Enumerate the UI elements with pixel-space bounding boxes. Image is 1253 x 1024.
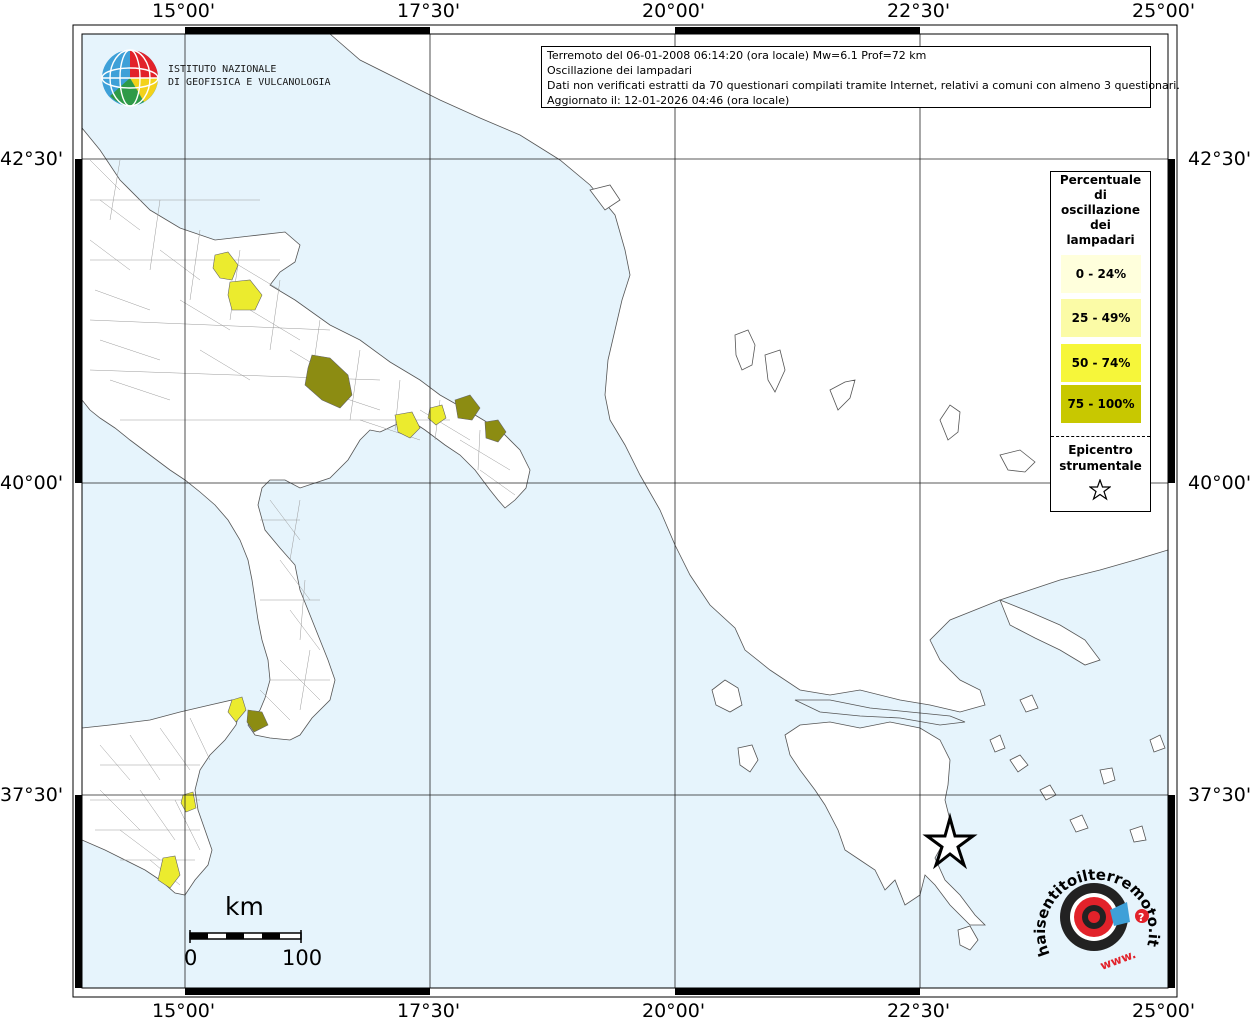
lon-bottom-label-3: 20°00' [642,1000,706,1022]
legend-title-line: oscillazione [1061,203,1140,217]
scale-left-label: 0 [184,946,198,970]
legend-epicenter-label: Epicentro strumentale [1051,442,1150,474]
lat-right-label-1: 42°30' [1188,148,1252,170]
info-line-3: Dati non verificati estratti da 70 quest… [547,79,1180,92]
epicenter-label-line: strumentale [1059,459,1142,473]
legend-item-75-100: 75 - 100% [1061,385,1141,423]
svg-text:?: ? [1138,911,1144,924]
lon-bottom-label-2: 17°30' [397,1000,461,1022]
hsit-www: www. [1098,947,1138,973]
legend-divider [1051,436,1150,437]
lon-bottom-label-1: 15°00' [152,1000,216,1022]
scale-unit: km [225,892,264,921]
lat-left-label-2: 40°00' [0,472,64,494]
lon-top-label-2: 17°30' [397,0,461,22]
lat-right-label-3: 37°30' [1188,784,1252,806]
earthquake-info-box: Terremoto del 06-01-2008 06:14:20 (ora l… [541,46,1180,108]
lon-top-label-5: 25°00' [1132,0,1196,22]
ingv-globe-logo [101,49,159,107]
legend-title: Percentuale di oscillazione dei lampadar… [1051,173,1150,248]
lat-left-label-3: 37°30' [0,784,64,806]
lat-right-label-2: 40°00' [1188,472,1252,494]
legend-item-25-49: 25 - 49% [1061,299,1141,337]
legend: Percentuale di oscillazione dei lampadar… [1050,171,1151,512]
scale-right-label: 100 [282,946,323,970]
info-line-2: Oscillazione dei lampadari [547,64,692,77]
ingv-line-2: DI GEOFISICA E VULCANOLOGIA [168,77,331,88]
lon-top-label-4: 22°30' [887,0,951,22]
legend-star-icon [1089,479,1111,501]
ingv-logo-text: ISTITUTO NAZIONALE DI GEOFISICA E VULCAN… [168,63,331,89]
lon-top-label-3: 20°00' [642,0,706,22]
ingv-line-1: ISTITUTO NAZIONALE [168,64,277,75]
hsit-logo: haisentitoilterremoto.it ? www. [1032,866,1162,973]
legend-item-50-74: 50 - 74% [1061,344,1141,382]
legend-item-0-24: 0 - 24% [1061,255,1141,293]
lon-bottom-label-4: 22°30' [887,1000,951,1022]
lon-bottom-label-5: 25°00' [1132,1000,1196,1022]
lon-top-label-1: 15°00' [152,0,216,22]
legend-title-line: lampadari [1066,233,1135,247]
info-line-4: Aggiornato il: 12-01-2026 04:46 (ora loc… [547,94,790,107]
lat-left-label-1: 42°30' [0,148,64,170]
legend-title-line: dei [1090,218,1111,232]
info-line-1: Terremoto del 06-01-2008 06:14:20 (ora l… [547,49,927,62]
legend-title-line: di [1094,188,1107,202]
legend-title-line: Percentuale [1059,173,1142,187]
epicenter-label-line: Epicentro [1068,443,1133,457]
